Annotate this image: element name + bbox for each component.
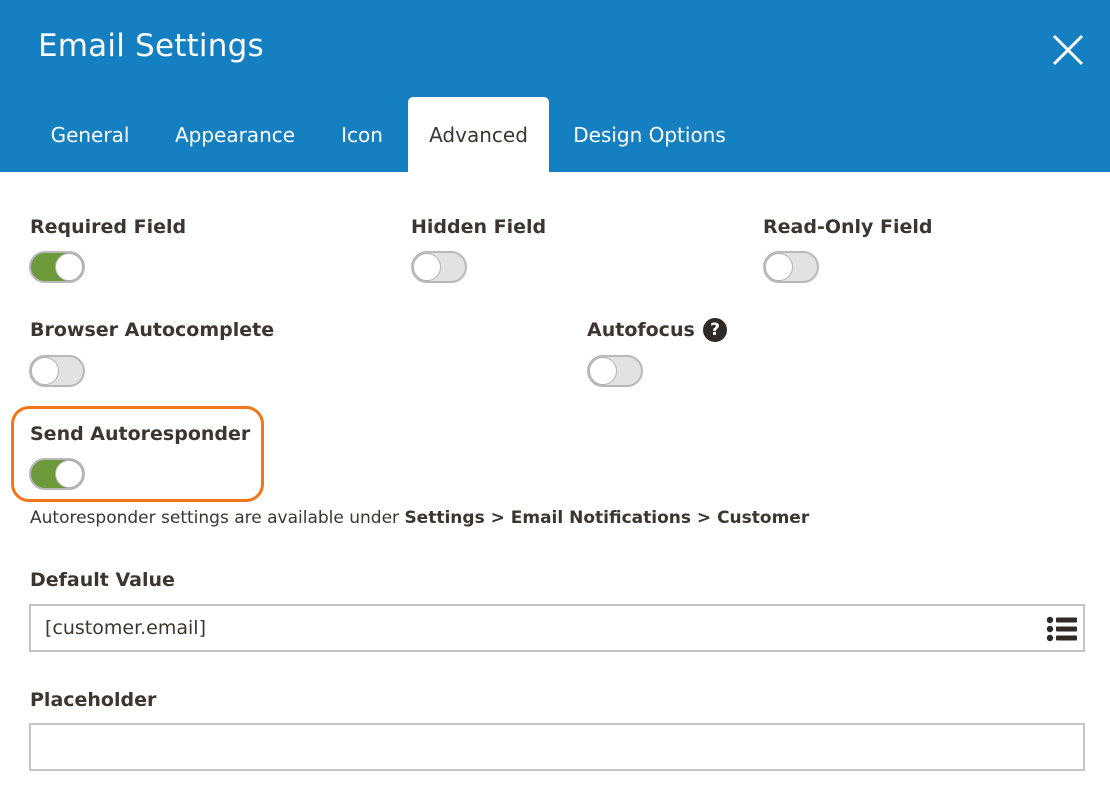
browser-autocomplete-label: Browser Autocomplete bbox=[30, 319, 275, 341]
toggle-knob bbox=[55, 253, 83, 281]
tab-icon[interactable]: Icon bbox=[322, 97, 402, 172]
toggle-knob bbox=[55, 460, 83, 488]
autofocus-label: Autofocus bbox=[587, 319, 695, 341]
autofocus-toggle[interactable] bbox=[587, 355, 643, 387]
toggle-knob bbox=[31, 357, 59, 385]
help-icon[interactable]: ? bbox=[703, 318, 727, 342]
tab-general[interactable]: General bbox=[30, 97, 150, 172]
dialog-title: Email Settings bbox=[38, 28, 264, 64]
placeholder-field[interactable] bbox=[29, 723, 1085, 771]
default-value-label: Default Value bbox=[30, 569, 175, 591]
default-value-input[interactable] bbox=[45, 606, 1035, 650]
tab-design-options[interactable]: Design Options bbox=[557, 97, 742, 172]
list-icon[interactable] bbox=[1046, 616, 1078, 642]
required-field-label: Required Field bbox=[30, 216, 187, 238]
placeholder-input[interactable] bbox=[45, 725, 1035, 769]
autoresponder-note: Autoresponder settings are available und… bbox=[30, 508, 809, 528]
dialog-header: Email Settings General Appearance Icon A… bbox=[0, 0, 1110, 172]
note-text: Autoresponder settings are available und… bbox=[30, 508, 405, 528]
toggle-knob bbox=[589, 357, 617, 385]
placeholder-label: Placeholder bbox=[30, 689, 157, 711]
required-field-toggle[interactable] bbox=[29, 251, 85, 283]
browser-autocomplete-toggle[interactable] bbox=[29, 355, 85, 387]
tab-appearance[interactable]: Appearance bbox=[158, 97, 312, 172]
default-value-field[interactable] bbox=[29, 604, 1085, 652]
hidden-field-label: Hidden Field bbox=[411, 216, 547, 238]
read-only-field-label: Read-Only Field bbox=[763, 216, 933, 238]
tab-advanced[interactable]: Advanced bbox=[408, 97, 549, 172]
toggle-knob bbox=[413, 253, 441, 281]
close-icon[interactable] bbox=[1050, 32, 1086, 68]
send-autoresponder-toggle[interactable] bbox=[29, 458, 85, 490]
tab-bar: General Appearance Icon Advanced Design … bbox=[0, 97, 1110, 172]
note-path: Settings > Email Notifications > Custome… bbox=[404, 508, 810, 528]
hidden-field-toggle[interactable] bbox=[411, 251, 467, 283]
toggle-knob bbox=[765, 253, 793, 281]
read-only-field-toggle[interactable] bbox=[763, 251, 819, 283]
send-autoresponder-label: Send Autoresponder bbox=[30, 423, 251, 445]
